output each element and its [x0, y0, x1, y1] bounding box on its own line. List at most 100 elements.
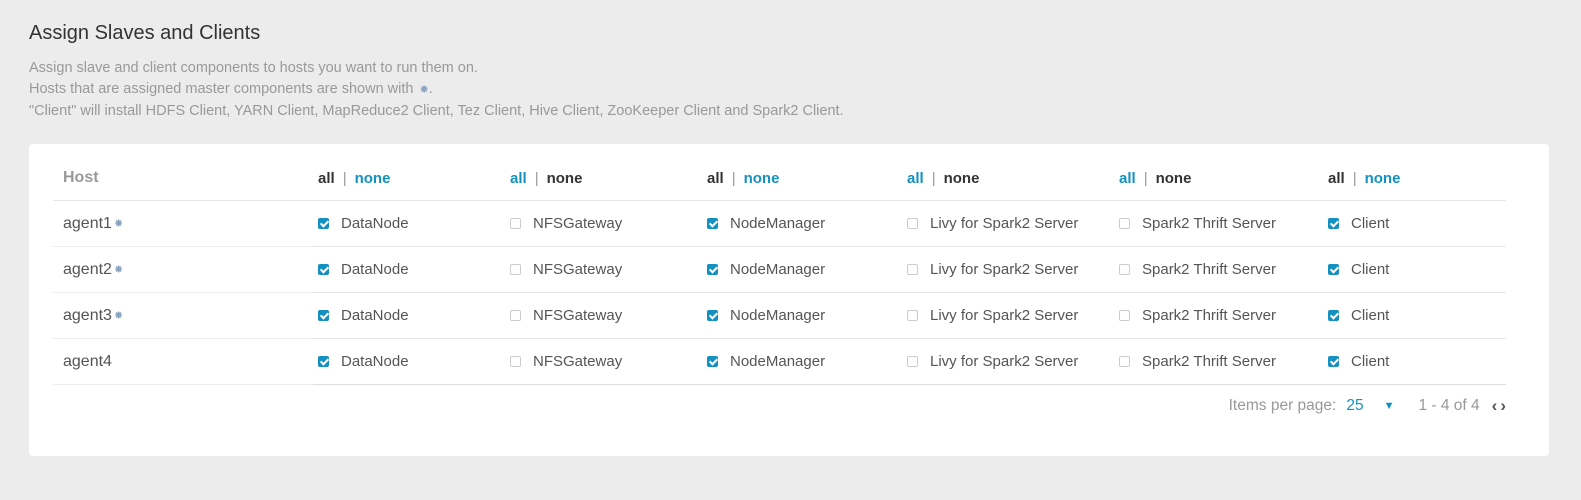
items-per-page-select[interactable]: 25: [1346, 397, 1363, 415]
column-toggle-5: all | none: [1328, 156, 1400, 200]
component-checkbox[interactable]: [907, 218, 918, 229]
component-label: Spark2 Thrift Server: [1142, 307, 1276, 324]
component-label: Spark2 Thrift Server: [1142, 261, 1276, 278]
prev-page-icon[interactable]: ‹: [1492, 396, 1498, 416]
select-all-link[interactable]: all: [707, 170, 724, 187]
column-toggle-2: all | none: [707, 156, 779, 200]
component-cell: Client: [1328, 247, 1389, 292]
component-checkbox[interactable]: [1119, 264, 1130, 275]
component-checkbox[interactable]: [510, 356, 521, 367]
component-label: NodeManager: [730, 353, 826, 370]
select-all-link[interactable]: all: [318, 170, 335, 187]
column-toggle-4: all | none: [1119, 156, 1191, 200]
host-divider: [53, 384, 313, 385]
component-label: Client: [1351, 307, 1390, 324]
master-component-icon: ✸: [113, 218, 124, 230]
component-label: Livy for Spark2 Server: [930, 261, 1079, 278]
component-checkbox[interactable]: [318, 264, 329, 275]
component-checkbox[interactable]: [707, 356, 718, 367]
component-checkbox[interactable]: [1119, 218, 1130, 229]
select-all-link[interactable]: all: [907, 170, 924, 187]
next-page-icon[interactable]: ›: [1500, 396, 1506, 416]
component-checkbox[interactable]: [1328, 356, 1339, 367]
component-checkbox[interactable]: [1119, 310, 1130, 321]
component-label: NFSGateway: [533, 215, 623, 232]
component-checkbox[interactable]: [907, 356, 918, 367]
component-label: DataNode: [341, 353, 409, 370]
component-cell: DataNode: [318, 247, 409, 292]
component-label: Client: [1351, 353, 1390, 370]
component-label: NodeManager: [730, 307, 826, 324]
description-line: Assign slave and client components to ho…: [29, 60, 478, 76]
component-checkbox[interactable]: [907, 264, 918, 275]
component-checkbox[interactable]: [510, 310, 521, 321]
component-checkbox[interactable]: [318, 310, 329, 321]
description-text: .: [428, 81, 433, 97]
host-header-label: Host: [63, 169, 99, 186]
page-range: 1 - 4 of 4: [1418, 397, 1480, 414]
column-toggle-3: all | none: [907, 156, 979, 200]
component-label: NodeManager: [730, 261, 826, 278]
host-name: agent2: [63, 260, 112, 278]
component-cell: DataNode: [318, 201, 409, 246]
component-cell: Spark2 Thrift Server: [1119, 201, 1276, 246]
table-row: agent1 ✸ DataNode NFSGateway NodeManager Livy…: [53, 201, 1506, 247]
page-description: Assign slave and client components to ho…: [29, 58, 844, 122]
component-cell: Livy for Spark2 Server: [907, 339, 1078, 384]
select-none-link[interactable]: none: [547, 170, 583, 187]
component-checkbox[interactable]: [1328, 218, 1339, 229]
select-none-link[interactable]: none: [1156, 170, 1192, 187]
component-label: Livy for Spark2 Server: [930, 353, 1079, 370]
component-cell: Livy for Spark2 Server: [907, 293, 1078, 338]
component-checkbox[interactable]: [1328, 264, 1339, 275]
select-all-link[interactable]: all: [1328, 170, 1345, 187]
component-checkbox[interactable]: [907, 310, 918, 321]
select-none-link[interactable]: none: [355, 170, 391, 187]
component-checkbox[interactable]: [1328, 310, 1339, 321]
component-cell: DataNode: [318, 339, 409, 384]
component-label: Spark2 Thrift Server: [1142, 215, 1276, 232]
table-row: agent2 ✸ DataNode NFSGateway NodeManager Livy…: [53, 247, 1506, 293]
component-checkbox[interactable]: [510, 218, 521, 229]
component-checkbox[interactable]: [707, 310, 718, 321]
component-checkbox[interactable]: [510, 264, 521, 275]
host-name: agent4: [63, 352, 112, 370]
component-checkbox[interactable]: [1119, 356, 1130, 367]
component-cell: Client: [1328, 293, 1389, 338]
component-label: NFSGateway: [533, 261, 623, 278]
table-header-row: Host all | none all | none all | none all | none all…: [53, 156, 1506, 201]
component-label: Livy for Spark2 Server: [930, 215, 1079, 232]
host-cell: agent3 ✸: [63, 293, 123, 338]
assignment-table: Host all | none all | none all | none all | none all…: [53, 156, 1506, 385]
chevron-down-icon[interactable]: ▼: [1384, 400, 1395, 412]
component-label: NFSGateway: [533, 353, 623, 370]
component-cell: Spark2 Thrift Server: [1119, 339, 1276, 384]
component-checkbox[interactable]: [707, 264, 718, 275]
component-checkbox[interactable]: [707, 218, 718, 229]
host-name: agent1: [63, 214, 112, 232]
component-cell: Spark2 Thrift Server: [1119, 293, 1276, 338]
table-row: agent3 ✸ DataNode NFSGateway NodeManager Livy…: [53, 293, 1506, 339]
component-cell: Client: [1328, 201, 1389, 246]
component-label: Livy for Spark2 Server: [930, 307, 1079, 324]
select-none-link[interactable]: none: [744, 170, 780, 187]
select-all-link[interactable]: all: [1119, 170, 1136, 187]
toggle-separator: |: [534, 169, 539, 187]
toggle-separator: |: [931, 169, 936, 187]
component-label: DataNode: [341, 261, 409, 278]
component-checkbox[interactable]: [318, 356, 329, 367]
component-checkbox[interactable]: [318, 218, 329, 229]
select-none-link[interactable]: none: [944, 170, 980, 187]
component-label: Client: [1351, 261, 1390, 278]
host-cell: agent4: [63, 339, 112, 384]
component-cell: Livy for Spark2 Server: [907, 201, 1078, 246]
select-none-link[interactable]: none: [1365, 170, 1401, 187]
items-per-page-label: Items per page:: [1228, 397, 1337, 414]
select-all-link[interactable]: all: [510, 170, 527, 187]
component-cell: NodeManager: [707, 293, 825, 338]
host-column-header: Host: [63, 156, 99, 200]
column-toggle-0: all | none: [318, 156, 390, 200]
host-cell: agent1 ✸: [63, 201, 123, 246]
component-cell: NodeManager: [707, 339, 825, 384]
component-cell: Livy for Spark2 Server: [907, 247, 1078, 292]
